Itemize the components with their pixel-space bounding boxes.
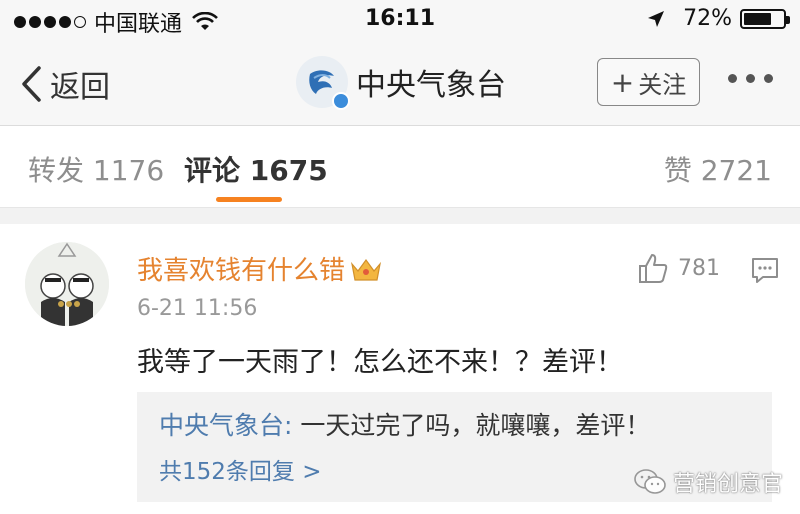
- tab-like-label: 赞: [663, 154, 692, 187]
- tab-repost-label: 转发: [28, 154, 85, 187]
- location-arrow-icon: [648, 10, 665, 27]
- battery-icon: [740, 8, 790, 29]
- view-replies-link[interactable]: 共152条回复 >: [159, 452, 321, 486]
- divider: [0, 207, 800, 224]
- wechat-icon: [634, 469, 666, 494]
- reply-comment-icon[interactable]: [751, 256, 779, 284]
- battery-level: [744, 12, 772, 25]
- comment-timestamp: 6-21 11:56: [137, 296, 258, 321]
- verified-icon: [332, 92, 350, 110]
- comment-username[interactable]: 我喜欢钱有什么错: [137, 250, 383, 287]
- avatar[interactable]: [25, 242, 109, 326]
- avatar-image: [25, 242, 109, 326]
- tab-bar: 转发 1176 评论 1675 赞 2721: [0, 127, 800, 207]
- nav-bar: 返回 中央气象台 + 关注: [0, 40, 800, 126]
- status-bar: 中国联通 16:11 72%: [0, 0, 800, 40]
- tab-like-count: 2721: [700, 154, 772, 187]
- status-right: 72%: [647, 6, 790, 31]
- tab-like[interactable]: 赞 2721: [664, 149, 772, 189]
- nav-account[interactable]: 中央气象台: [296, 56, 506, 110]
- follow-button[interactable]: + 关注: [597, 58, 700, 106]
- username-text: 我喜欢钱有什么错: [137, 256, 346, 286]
- watermark: 营销创意官: [633, 466, 783, 498]
- back-button[interactable]: 返回: [20, 62, 110, 106]
- like-button[interactable]: 781: [638, 252, 720, 284]
- more-icon[interactable]: [728, 74, 773, 83]
- tab-comment[interactable]: 评论 1675: [184, 149, 328, 189]
- tab-comment-label: 评论: [184, 154, 241, 187]
- reply-line: 中央气象台: 一天过完了吗，就嚷嚷，差评！: [159, 406, 650, 442]
- reply-author[interactable]: 中央气象台:: [159, 411, 292, 440]
- battery-percent: 72%: [683, 6, 732, 31]
- page-title: 中央气象台: [356, 68, 506, 103]
- reply-text: 一天过完了吗，就嚷嚷，差评！: [292, 411, 651, 440]
- plus-icon: +: [610, 65, 635, 99]
- comment-text: 我等了一天雨了！怎么还不来！？差评！: [137, 347, 623, 378]
- like-count: 781: [678, 255, 720, 281]
- tab-repost[interactable]: 转发 1176: [28, 149, 164, 189]
- thumbs-up-icon: [639, 254, 668, 283]
- active-tab-indicator: [216, 197, 282, 202]
- tab-repost-count: 1176: [92, 154, 165, 187]
- tab-comment-count: 1675: [249, 154, 328, 187]
- back-chevron-icon: [22, 66, 41, 102]
- account-avatar[interactable]: [296, 56, 350, 110]
- back-label: 返回: [50, 70, 110, 105]
- watermark-text: 营销创意官: [673, 472, 784, 497]
- follow-label: 关注: [638, 70, 687, 99]
- vip-crown-icon: [351, 258, 382, 281]
